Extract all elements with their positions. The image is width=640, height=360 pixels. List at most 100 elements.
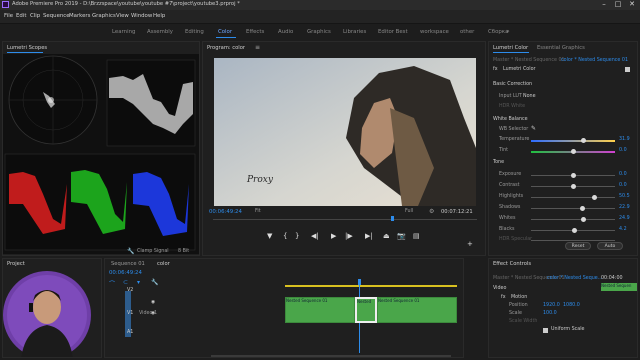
fx-badge[interactable]: fx [493, 67, 498, 72]
slider-value[interactable]: 31.9 [619, 137, 630, 142]
menu-clip[interactable]: Clip [30, 13, 40, 19]
slider-value[interactable]: 4.2 [619, 227, 627, 232]
play-icon[interactable]: ▶ [331, 232, 336, 240]
add-button-icon[interactable]: + [467, 240, 473, 248]
eyedropper-icon[interactable]: ✎ [531, 125, 536, 132]
minimize-button[interactable]: – [598, 0, 610, 10]
program-scrub-bar[interactable] [213, 219, 477, 220]
timeline-tab-sequence-01[interactable]: Sequence 01 [111, 261, 145, 267]
slider-value[interactable]: 22.9 [619, 205, 630, 210]
linked-selection-icon[interactable]: ⊂ [123, 279, 128, 286]
effect-controls-title[interactable]: Effect Controls [493, 261, 531, 267]
workspace-editing[interactable]: Editing [185, 29, 204, 35]
timeline-scrollbar[interactable] [211, 355, 451, 357]
input-lut-dropdown[interactable]: None [523, 94, 536, 99]
timeline-tab-color[interactable]: color [157, 261, 170, 267]
workspace-workspace[interactable]: workspace [420, 29, 449, 35]
go-to-out-icon[interactable]: } [295, 232, 299, 240]
timeline-clip-1[interactable]: Nested Sequence 01 [285, 297, 355, 323]
panel-menu-icon[interactable]: ≡ [255, 44, 260, 51]
workspace-assembly[interactable]: Assembly [147, 29, 173, 35]
program-timecode[interactable]: 00:06:49:24 [209, 209, 242, 215]
step-forward-icon[interactable]: |▶ [345, 232, 353, 240]
export-frame-icon[interactable]: 📷 [397, 232, 406, 240]
slider-knob[interactable] [579, 206, 585, 211]
ec-motion[interactable]: Motion [511, 295, 527, 300]
ec-scale-value[interactable]: 100.0 [543, 311, 557, 316]
fx-enabled-checkbox[interactable] [625, 67, 630, 72]
menu-window[interactable]: Window [131, 13, 152, 19]
timeline-clip-2-selected[interactable]: Nested [355, 297, 377, 323]
timeline-timecode[interactable]: 00:06:49:24 [109, 270, 142, 276]
menu-help[interactable]: Help [153, 13, 165, 19]
go-to-end-icon[interactable]: ▶| [365, 232, 373, 240]
step-back-icon[interactable]: ◀| [311, 232, 319, 240]
timeline-settings-icon[interactable]: 🔧 [151, 279, 158, 286]
workspace-editor-best[interactable]: Editor Best [378, 29, 408, 35]
mark-in-icon[interactable]: ▼ [267, 232, 272, 240]
workspace-other[interactable]: other [460, 29, 474, 35]
lift-icon[interactable]: ⏏ [383, 232, 390, 240]
workspace-color[interactable]: Color [218, 29, 232, 35]
slider-value[interactable]: 50.5 [619, 194, 630, 199]
lumetri-source-clip[interactable]: color * Nested Sequence 01 [561, 58, 628, 63]
track-v2[interactable]: V2 [127, 288, 133, 293]
slider-knob[interactable] [591, 195, 597, 200]
snap-icon[interactable]: ⌒ [109, 279, 115, 288]
slider-track[interactable] [531, 197, 615, 198]
slider-knob[interactable] [580, 217, 586, 222]
menu-sequence[interactable]: Sequence [43, 13, 70, 19]
menu-view[interactable]: View [116, 13, 129, 19]
compare-icon[interactable]: ▤ [413, 232, 420, 240]
slider-value[interactable]: 0.0 [619, 148, 627, 153]
mark-out-icon[interactable]: { [283, 232, 287, 240]
eye-icon-v1[interactable]: ◉ [151, 311, 155, 316]
close-button[interactable]: ✕ [626, 0, 638, 10]
menu-edit[interactable]: Edit [16, 13, 26, 19]
add-marker-icon[interactable]: ▾ [137, 279, 140, 286]
eye-icon[interactable]: ◉ [151, 300, 155, 305]
more-workspaces-icon[interactable]: » [506, 28, 510, 35]
work-area-bar[interactable] [285, 285, 457, 287]
tab-lumetri-color[interactable]: Lumetri Color [493, 45, 528, 51]
tab-essential-graphics[interactable]: Essential Graphics [537, 45, 585, 51]
slider-knob[interactable] [570, 184, 576, 189]
lumetri-scopes-title[interactable]: Lumetri Scopes [7, 45, 47, 51]
slider-value[interactable]: 0.0 [619, 172, 627, 177]
menu-file[interactable]: File [4, 13, 13, 19]
ec-position-x[interactable]: 1920.0 [543, 303, 560, 308]
slider-knob[interactable] [572, 228, 578, 233]
ec-source-clip[interactable]: color * Nested Seque... [547, 276, 602, 281]
track-a1[interactable]: A1 [127, 330, 133, 335]
menu-markers[interactable]: Markers [69, 13, 90, 19]
workspace-graphics[interactable]: Graphics [307, 29, 331, 35]
resolution-dropdown[interactable]: Full [405, 209, 413, 214]
program-monitor-title[interactable]: Program: color [207, 45, 245, 51]
fit-dropdown[interactable]: Fit [255, 209, 261, 214]
fx-motion-badge[interactable]: fx [501, 295, 506, 300]
workspace-audio[interactable]: Audio [278, 29, 293, 35]
wrench-icon[interactable]: 🔧 [127, 248, 134, 255]
lumetri-source-master[interactable]: Master * Nested Sequence 01 [493, 58, 565, 63]
workspace-libraries[interactable]: Libraries [343, 29, 366, 35]
slider-value[interactable]: 0.0 [619, 183, 627, 188]
program-playhead[interactable] [391, 216, 394, 221]
slider-value[interactable]: 24.9 [619, 216, 630, 221]
slider-track[interactable] [531, 208, 615, 209]
maximize-button[interactable]: □ [612, 0, 624, 10]
slider-knob[interactable] [570, 149, 576, 154]
bit-depth-dropdown[interactable]: 8 Bit [178, 249, 189, 254]
ec-position-y[interactable]: 1080.0 [563, 303, 580, 308]
slider-track[interactable] [531, 140, 615, 142]
workspace-effects[interactable]: Effects [246, 29, 264, 35]
uniform-scale-checkbox[interactable] [543, 328, 548, 333]
section-tone[interactable]: Tone [493, 160, 504, 165]
section-basic-correction[interactable]: Basic Correction [493, 82, 532, 87]
workspace-learning[interactable]: Learning [112, 29, 135, 35]
section-white-balance[interactable]: White Balance [493, 117, 528, 122]
menu-graphics[interactable]: Graphics [92, 13, 116, 19]
slider-knob[interactable] [580, 138, 586, 143]
slider-track[interactable] [531, 219, 615, 220]
timeline-clip-3[interactable]: Nested Sequence 01 [377, 297, 457, 323]
slider-knob[interactable] [570, 173, 576, 178]
